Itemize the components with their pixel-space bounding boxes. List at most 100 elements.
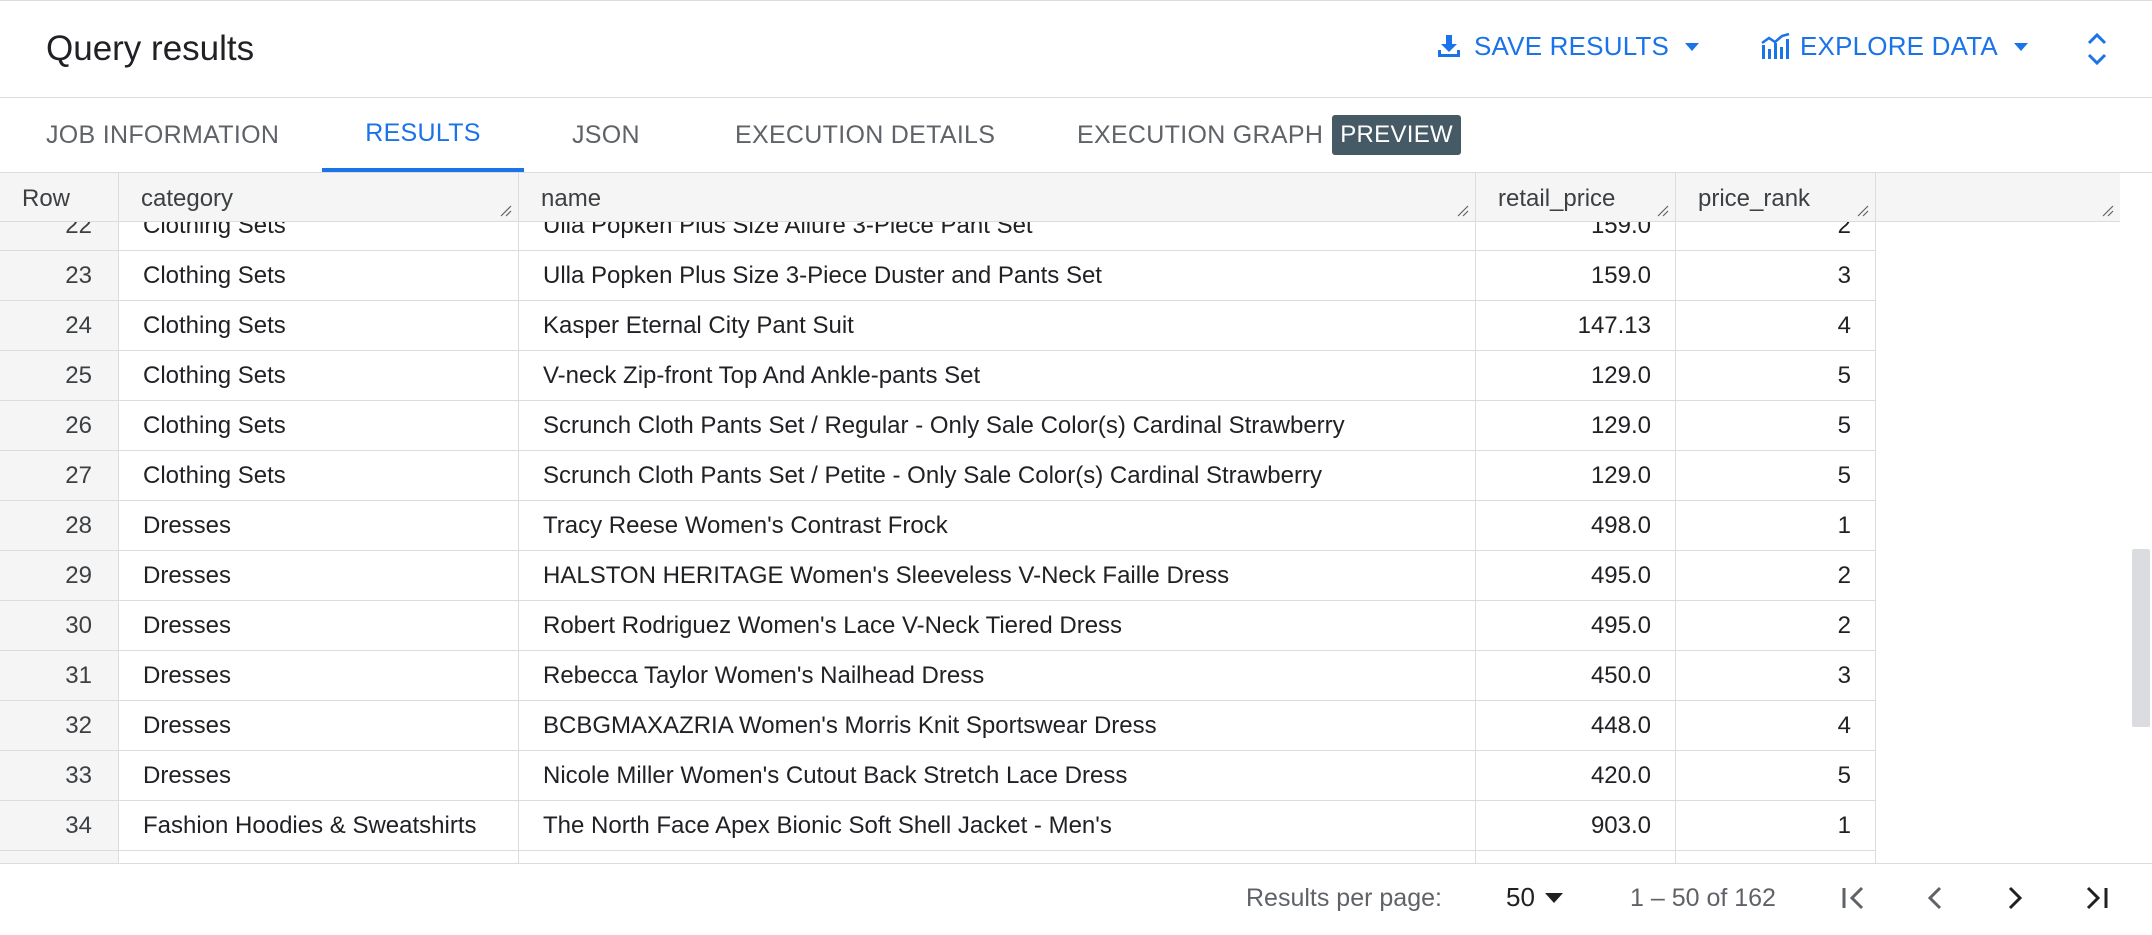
table-row[interactable]: 27 Clothing Sets Scrunch Cloth Pants Set /… xyxy=(0,451,1876,501)
category-cell[interactable]: Clothing Sets xyxy=(119,251,519,301)
table-row[interactable]: 34 Fashion Hoodies & Sweatshirts The North… xyxy=(0,801,1876,851)
retail-price-cell[interactable]: 450.0 xyxy=(1476,651,1676,701)
price-rank-cell[interactable]: 4 xyxy=(1676,701,1876,751)
price-rank-cell[interactable]: 5 xyxy=(1676,401,1876,451)
column-header-row-number[interactable]: Row xyxy=(0,173,119,221)
name-cell[interactable]: Ulla Popken Plus Size Allure 3-Piece Pan… xyxy=(519,221,1476,251)
price-rank-cell[interactable]: 2 xyxy=(1676,851,1876,863)
retail-price-cell[interactable]: 159.0 xyxy=(1476,221,1676,251)
first-page-button[interactable] xyxy=(1838,880,1872,921)
tab-job-information[interactable]: JOB INFORMATION xyxy=(46,98,279,172)
resize-handle-icon[interactable] xyxy=(1857,205,1869,217)
tab-label: JOB INFORMATION xyxy=(46,120,280,149)
retail-price-cell[interactable]: 223.33 xyxy=(1476,851,1676,863)
retail-price-cell[interactable]: 159.0 xyxy=(1476,251,1676,301)
name-cell[interactable]: HALSTON HERITAGE Women's Sleeveless V-Ne… xyxy=(519,551,1476,601)
name-cell[interactable]: Tracy Reese Women's Contrast Frock xyxy=(519,501,1476,551)
price-rank-cell[interactable]: 5 xyxy=(1676,351,1876,401)
name-cell[interactable]: True Religion Men's TRP | Flatlock Raw E… xyxy=(519,851,1476,863)
resize-handle-icon[interactable] xyxy=(2102,205,2114,217)
row-number-cell: 33 xyxy=(0,751,119,801)
category-cell[interactable]: Dresses xyxy=(119,701,519,751)
column-header-retail-price[interactable]: retail_price xyxy=(1476,173,1676,221)
retail-price-cell[interactable]: 495.0 xyxy=(1476,601,1676,651)
name-cell[interactable]: Nicole Miller Women's Cutout Back Stretc… xyxy=(519,751,1476,801)
price-rank-cell[interactable]: 5 xyxy=(1676,751,1876,801)
price-rank-cell[interactable]: 5 xyxy=(1676,451,1876,501)
category-cell[interactable]: Fashion Hoodies & Sweatshirts xyxy=(119,801,519,851)
name-cell[interactable]: Scrunch Cloth Pants Set / Regular - Only… xyxy=(519,401,1476,451)
name-cell[interactable]: The North Face Apex Bionic Soft Shell Ja… xyxy=(519,801,1476,851)
expand-collapse-button[interactable] xyxy=(2086,31,2108,72)
table-row[interactable]: 30 Dresses Robert Rodriguez Women's Lace V… xyxy=(0,601,1876,651)
price-rank-cell[interactable]: 3 xyxy=(1676,251,1876,301)
table-row[interactable]: 26 Clothing Sets Scrunch Cloth Pants Set /… xyxy=(0,401,1876,451)
resize-handle-icon[interactable] xyxy=(1657,205,1669,217)
scrollbar-thumb[interactable] xyxy=(2132,549,2150,727)
table-row[interactable]: 24 Clothing Sets Kasper Eternal City Pant … xyxy=(0,301,1876,351)
category-cell[interactable]: Dresses xyxy=(119,501,519,551)
name-cell[interactable]: BCBGMAXAZRIA Women's Morris Knit Sportsw… xyxy=(519,701,1476,751)
tab-execution-details[interactable]: EXECUTION DETAILS xyxy=(735,98,995,172)
price-rank-cell[interactable]: 4 xyxy=(1676,301,1876,351)
retail-price-cell[interactable]: 448.0 xyxy=(1476,701,1676,751)
name-cell[interactable]: Scrunch Cloth Pants Set / Petite - Only … xyxy=(519,451,1476,501)
table-row[interactable]: 23 Clothing Sets Ulla Popken Plus Size 3-P… xyxy=(0,251,1876,301)
last-page-button[interactable] xyxy=(2078,880,2112,921)
price-rank-cell[interactable]: 1 xyxy=(1676,801,1876,851)
retail-price-cell[interactable]: 129.0 xyxy=(1476,401,1676,451)
retail-price-cell[interactable]: 495.0 xyxy=(1476,551,1676,601)
next-page-button[interactable] xyxy=(1998,880,2032,921)
price-rank-cell[interactable]: 1 xyxy=(1676,501,1876,551)
results-per-page-select[interactable]: 50 xyxy=(1506,882,1563,913)
retail-price-cell[interactable]: 129.0 xyxy=(1476,351,1676,401)
category-cell[interactable]: Fashion Hoodies & Sweatshirts xyxy=(119,851,519,863)
table-row[interactable]: 25 Clothing Sets V-neck Zip-front Top And … xyxy=(0,351,1876,401)
price-rank-cell[interactable]: 2 xyxy=(1676,221,1876,251)
table-row[interactable]: 22 Clothing Sets Ulla Popken Plus Size All… xyxy=(0,221,1876,251)
retail-price-cell[interactable]: 420.0 xyxy=(1476,751,1676,801)
tab-execution-graph[interactable]: EXECUTION GRAPH PREVIEW xyxy=(1077,98,1461,172)
vertical-scrollbar[interactable] xyxy=(2128,173,2152,863)
resize-handle-icon[interactable] xyxy=(500,205,512,217)
column-header-name[interactable]: name xyxy=(519,173,1476,221)
table-row[interactable]: 28 Dresses Tracy Reese Women's Contrast Fr… xyxy=(0,501,1876,551)
table-row[interactable]: 33 Dresses Nicole Miller Women's Cutout Ba… xyxy=(0,751,1876,801)
category-cell[interactable]: Clothing Sets xyxy=(119,301,519,351)
category-cell[interactable]: Dresses xyxy=(119,651,519,701)
column-header-price-rank[interactable]: price_rank xyxy=(1676,173,1876,221)
chevron-left-icon xyxy=(1927,886,1942,910)
name-cell[interactable]: Ulla Popken Plus Size 3-Piece Duster and… xyxy=(519,251,1476,301)
tab-json[interactable]: JSON xyxy=(572,98,640,172)
category-cell[interactable]: Dresses xyxy=(119,551,519,601)
tab-results[interactable]: RESULTS xyxy=(322,98,524,172)
chart-icon xyxy=(1761,32,1790,59)
retail-price-cell[interactable]: 903.0 xyxy=(1476,801,1676,851)
category-cell[interactable]: Dresses xyxy=(119,751,519,801)
retail-price-cell[interactable]: 498.0 xyxy=(1476,501,1676,551)
name-cell[interactable]: Robert Rodriguez Women's Lace V-Neck Tie… xyxy=(519,601,1476,651)
retail-price-cell[interactable]: 147.13 xyxy=(1476,301,1676,351)
price-rank-cell[interactable]: 2 xyxy=(1676,551,1876,601)
price-rank-cell[interactable]: 2 xyxy=(1676,601,1876,651)
category-cell[interactable]: Clothing Sets xyxy=(119,221,519,251)
name-cell[interactable]: V-neck Zip-front Top And Ankle-pants Set xyxy=(519,351,1476,401)
table-row[interactable]: 32 Dresses BCBGMAXAZRIA Women's Morris Kni… xyxy=(0,701,1876,751)
category-cell[interactable]: Clothing Sets xyxy=(119,401,519,451)
table-row[interactable]: 35Fashion Hoodies & SweatshirtsTrue Reli… xyxy=(0,851,1876,863)
category-cell[interactable]: Clothing Sets xyxy=(119,351,519,401)
name-cell[interactable]: Kasper Eternal City Pant Suit xyxy=(519,301,1476,351)
category-cell[interactable]: Dresses xyxy=(119,601,519,651)
previous-page-button[interactable] xyxy=(1918,880,1952,921)
preview-badge: PREVIEW xyxy=(1332,115,1461,155)
resize-handle-icon[interactable] xyxy=(1457,205,1469,217)
column-header-category[interactable]: category xyxy=(119,173,519,221)
save-results-button[interactable]: SAVE RESULTS xyxy=(1436,31,1700,62)
explore-data-button[interactable]: EXPLORE DATA xyxy=(1760,31,2028,62)
retail-price-cell[interactable]: 129.0 xyxy=(1476,451,1676,501)
table-row[interactable]: 31 Dresses Rebecca Taylor Women's Nailhead… xyxy=(0,651,1876,701)
table-row[interactable]: 29 Dresses HALSTON HERITAGE Women's Sleeve… xyxy=(0,551,1876,601)
name-cell[interactable]: Rebecca Taylor Women's Nailhead Dress xyxy=(519,651,1476,701)
price-rank-cell[interactable]: 3 xyxy=(1676,651,1876,701)
category-cell[interactable]: Clothing Sets xyxy=(119,451,519,501)
